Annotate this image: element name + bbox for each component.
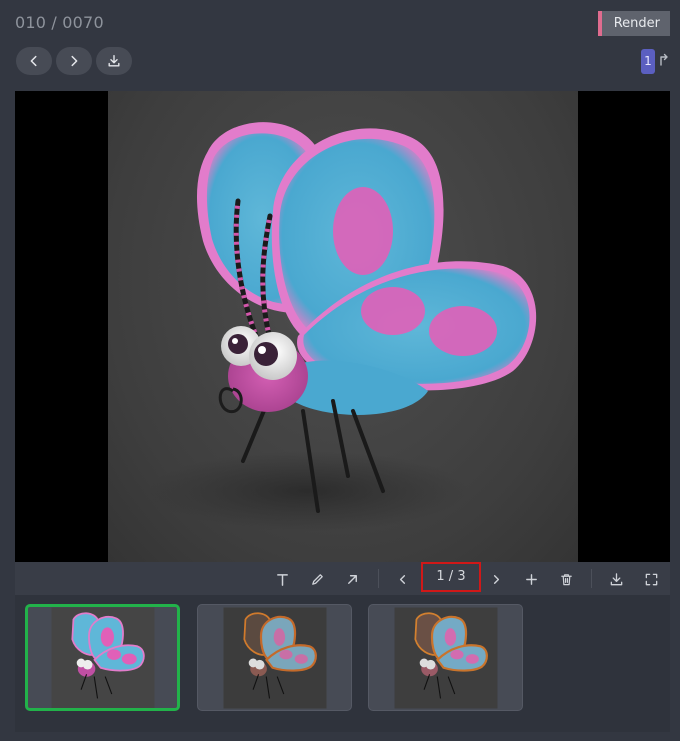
thumbnail-image — [394, 607, 497, 708]
previous-button[interactable] — [16, 47, 52, 75]
plus-icon — [525, 573, 537, 585]
page-title: 010 / 0070 — [15, 13, 104, 32]
previous-page-button[interactable] — [391, 568, 413, 590]
thumbnail-1[interactable] — [25, 604, 180, 711]
arrow-icon — [347, 574, 357, 584]
thumbnail-image — [223, 607, 326, 708]
delete-page-button[interactable] — [555, 568, 577, 590]
page-indicator: 1 / 3 — [421, 562, 481, 592]
fullscreen-button[interactable] — [640, 568, 662, 590]
chevron-left-icon — [30, 55, 37, 67]
preview-image — [108, 91, 578, 562]
download-button[interactable] — [96, 47, 132, 75]
arrow-tool-button[interactable] — [341, 568, 363, 590]
next-button[interactable] — [56, 47, 92, 75]
chevron-left-icon — [399, 574, 405, 584]
text-tool-button[interactable] — [271, 568, 293, 590]
corner-up-icon[interactable] — [658, 52, 670, 66]
text-icon — [276, 573, 288, 586]
chevron-right-icon — [493, 574, 499, 584]
download-page-button[interactable] — [605, 568, 627, 590]
thumbnail-image — [51, 607, 154, 708]
download-icon — [108, 55, 120, 67]
thumbnail-2[interactable] — [197, 604, 352, 711]
butterfly-image — [148, 122, 537, 531]
thumbnail-strip — [15, 595, 670, 732]
image-viewer[interactable] — [15, 91, 670, 562]
download-icon — [610, 572, 622, 585]
next-page-button[interactable] — [485, 568, 507, 590]
add-page-button[interactable] — [520, 568, 542, 590]
version-badge[interactable]: 1 — [641, 49, 655, 74]
annotation-toolbar: 1 / 3 — [15, 562, 670, 595]
pencil-icon — [311, 573, 323, 585]
toolbar-divider — [378, 569, 379, 588]
status-badge[interactable]: Render — [597, 11, 670, 36]
thumbnail-3[interactable] — [368, 604, 523, 711]
fullscreen-icon — [645, 573, 657, 585]
trash-icon — [560, 573, 572, 585]
draw-tool-button[interactable] — [306, 568, 328, 590]
toolbar-divider — [591, 569, 592, 588]
chevron-right-icon — [71, 55, 78, 67]
